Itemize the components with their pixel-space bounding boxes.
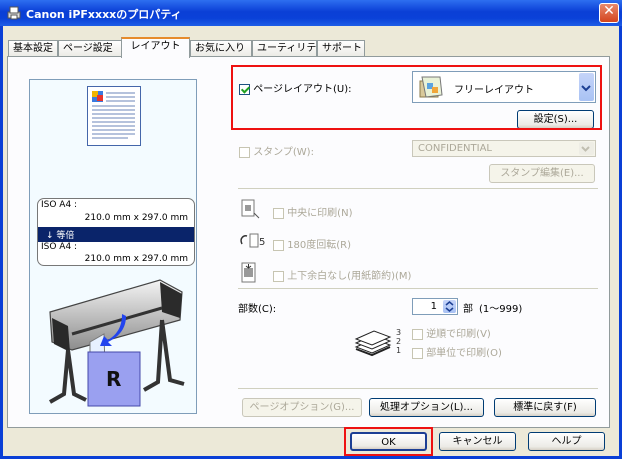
stamp-option[interactable]: スタンプ(W): bbox=[239, 143, 314, 158]
scale-label: ↓ 等倍 bbox=[46, 231, 75, 241]
tab-basic-settings[interactable]: 基本設定 bbox=[8, 40, 58, 56]
reverse-order-label: 逆順で印刷(V) bbox=[426, 329, 491, 340]
help-button[interactable]: ヘルプ bbox=[528, 432, 605, 451]
output-size: ISO A4 : bbox=[41, 242, 78, 252]
tab-layout[interactable]: レイアウト bbox=[121, 37, 190, 58]
close-icon: ✕ bbox=[603, 3, 615, 19]
paper-size-info: ISO A4 : 210.0 mm x 297.0 mm ↓ 等倍 ISO A4… bbox=[37, 198, 195, 266]
center-print-option[interactable]: 中央に印刷(N) bbox=[273, 204, 352, 219]
collate-label: 部単位で印刷(O) bbox=[426, 348, 502, 359]
printer-icon bbox=[7, 6, 21, 20]
input-dimensions: 210.0 mm x 297.0 mm bbox=[84, 213, 188, 223]
page-options-button[interactable]: ページオプション(G)... bbox=[242, 398, 362, 417]
page-thumbnail-icon bbox=[92, 91, 135, 139]
stamp-select[interactable]: CONFIDENTIAL bbox=[412, 140, 596, 157]
stamp-checkbox[interactable] bbox=[239, 146, 250, 158]
stamp-value: CONFIDENTIAL bbox=[418, 143, 493, 154]
separator bbox=[238, 288, 598, 289]
no-margin-icon bbox=[241, 262, 256, 283]
input-size: ISO A4 : bbox=[41, 200, 78, 210]
rotate-icon: 5 bbox=[240, 233, 265, 248]
separator bbox=[238, 388, 598, 389]
chevron-down-icon bbox=[581, 146, 590, 152]
reverse-order-option[interactable]: 逆順で印刷(V) bbox=[412, 325, 491, 340]
cancel-button[interactable]: キャンセル bbox=[439, 432, 516, 451]
collate-option[interactable]: 部単位で印刷(O) bbox=[412, 344, 502, 359]
copies-range: (1～999) bbox=[479, 304, 523, 315]
printer-illustration-icon: R bbox=[49, 279, 185, 407]
center-print-icon bbox=[241, 199, 260, 219]
print-letter: R bbox=[106, 367, 121, 391]
svg-text:1: 1 bbox=[396, 346, 401, 355]
tab-favorites[interactable]: お気に入り bbox=[190, 40, 252, 56]
rotate-label: 180度回転(R) bbox=[287, 240, 352, 251]
copies-spinner[interactable]: 1 bbox=[412, 298, 458, 315]
tab-support[interactable]: サポート bbox=[317, 40, 365, 56]
rotate-checkbox[interactable] bbox=[273, 239, 284, 251]
svg-text:3: 3 bbox=[396, 328, 401, 337]
center-print-label: 中央に印刷(N) bbox=[287, 208, 353, 219]
no-margin-label: 上下余白なし(用紙節約)(M) bbox=[287, 271, 412, 282]
spinner-arrows-icon bbox=[445, 301, 454, 312]
page-preview bbox=[87, 86, 141, 146]
highlight-page-layout bbox=[231, 65, 602, 130]
copies-label: 部数(C): bbox=[238, 304, 277, 315]
collate-checkbox[interactable] bbox=[412, 347, 423, 359]
collate-icon: 3 2 1 bbox=[354, 328, 401, 357]
stamp-dropdown-arrow[interactable] bbox=[579, 142, 594, 155]
tab-utility[interactable]: ユーティリティ bbox=[252, 40, 326, 56]
copies-unit: 部 bbox=[463, 304, 473, 315]
separator bbox=[238, 188, 598, 189]
restore-defaults-button[interactable]: 標準に戻す(F) bbox=[494, 398, 596, 417]
no-margin-option[interactable]: 上下余白なし(用紙節約)(M) bbox=[273, 267, 411, 282]
reverse-order-checkbox[interactable] bbox=[412, 328, 423, 340]
scale-band: ↓ 等倍 bbox=[38, 227, 194, 242]
window-title: Canon iPFxxxxのプロパティ bbox=[26, 8, 182, 21]
svg-text:5: 5 bbox=[259, 237, 265, 248]
no-margin-checkbox[interactable] bbox=[273, 270, 284, 282]
stamp-edit-button[interactable]: スタンプ編集(E)... bbox=[489, 164, 595, 183]
tab-page-setup[interactable]: ページ設定 bbox=[58, 40, 122, 56]
process-options-button[interactable]: 処理オプション(L)... bbox=[369, 398, 484, 417]
title-bar[interactable]: Canon iPFxxxxのプロパティ ✕ bbox=[0, 0, 622, 26]
rotate-option[interactable]: 180度回転(R) bbox=[273, 236, 351, 251]
output-dimensions: 210.0 mm x 297.0 mm bbox=[84, 254, 188, 264]
center-print-checkbox[interactable] bbox=[273, 207, 284, 219]
close-button[interactable]: ✕ bbox=[599, 3, 619, 23]
copies-value: 1 bbox=[430, 301, 437, 312]
svg-text:2: 2 bbox=[396, 337, 401, 346]
highlight-ok bbox=[344, 427, 433, 456]
stamp-label: スタンプ(W): bbox=[253, 147, 314, 158]
spinner-buttons[interactable] bbox=[443, 300, 456, 313]
